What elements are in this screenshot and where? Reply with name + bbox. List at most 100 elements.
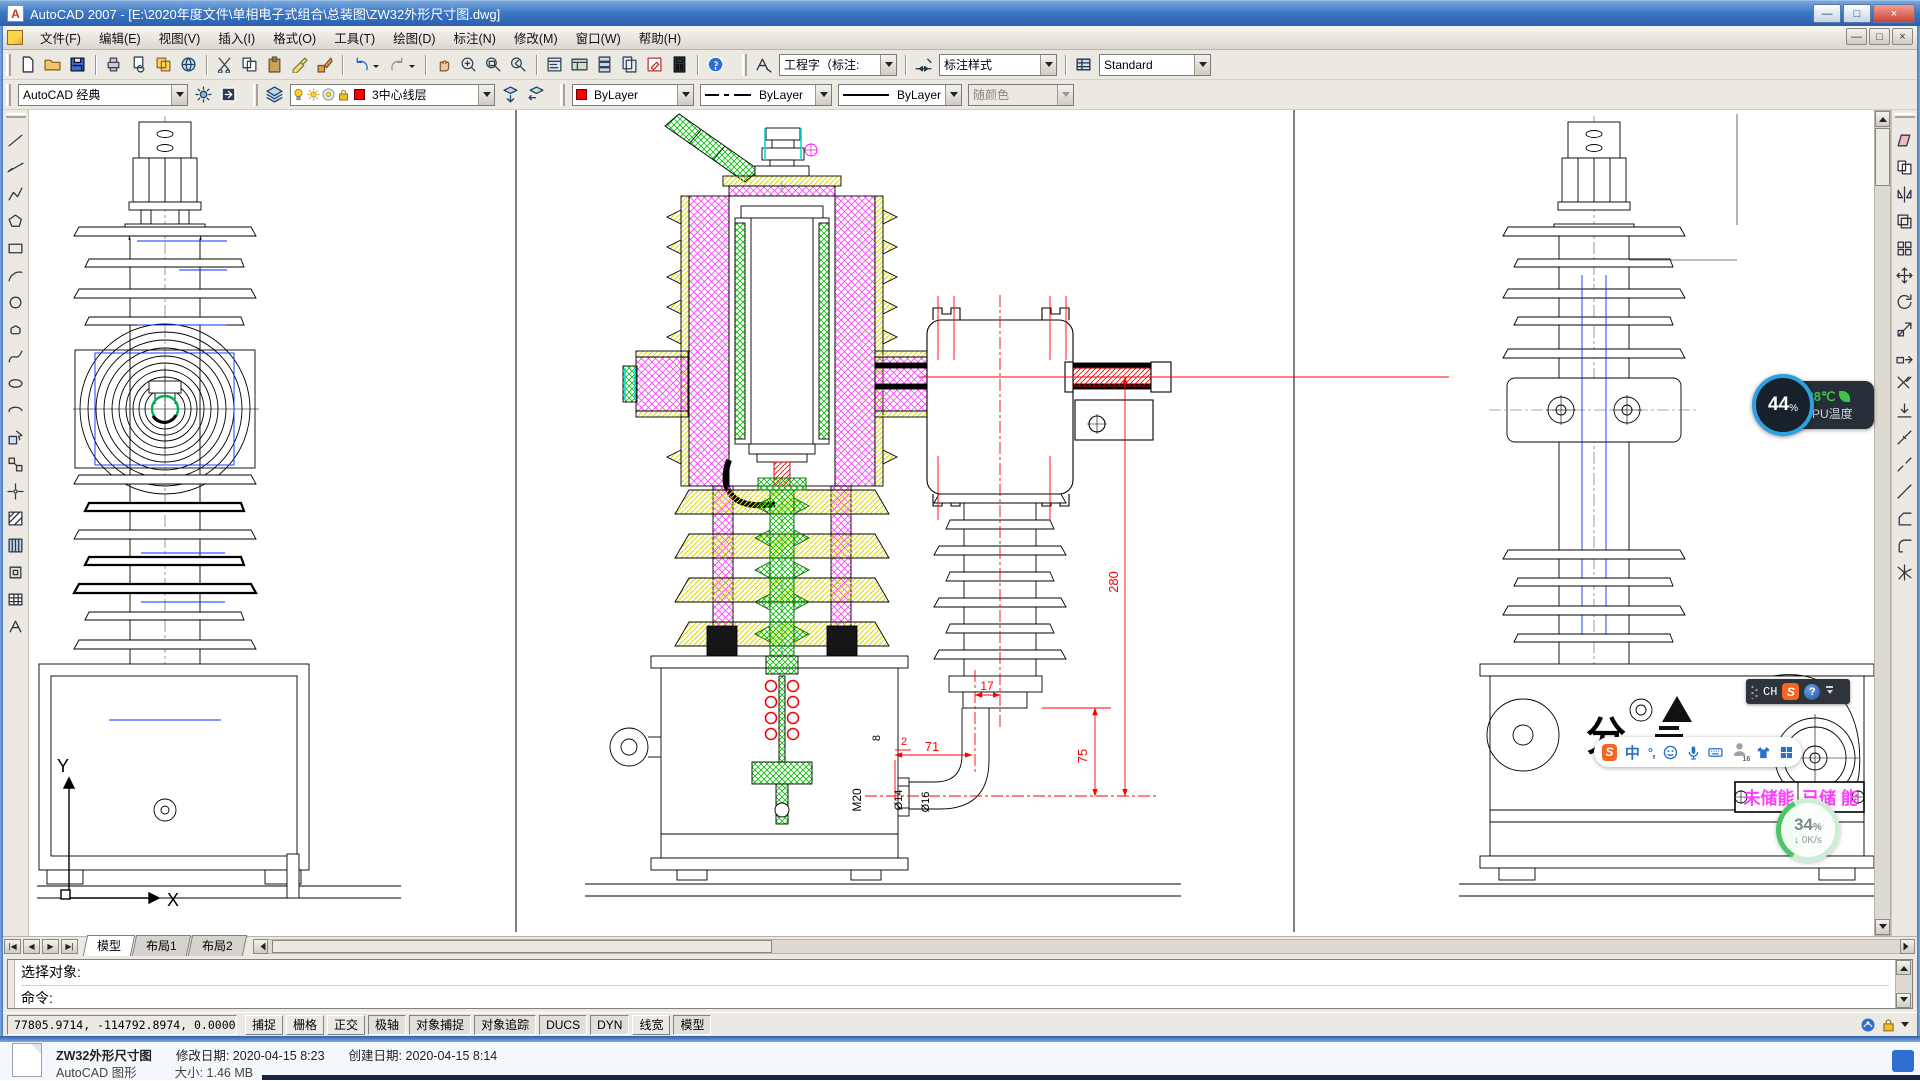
zoom-previous-button[interactable] — [506, 52, 531, 77]
cad-drawing[interactable]: Y X — [29, 110, 1874, 936]
maximize-button[interactable]: □ — [1843, 4, 1871, 23]
toolbar-grip[interactable] — [560, 84, 565, 106]
zoom-window-button[interactable] — [481, 52, 506, 77]
move-button[interactable] — [1892, 263, 1917, 288]
block-editor-button[interactable] — [312, 52, 337, 77]
rotate-button[interactable] — [1892, 290, 1917, 315]
zoom-realtime-button[interactable] — [456, 52, 481, 77]
dyn-toggle[interactable]: DYN — [590, 1015, 629, 1035]
workspace-settings-button[interactable] — [191, 82, 216, 107]
dropdown-arrow-icon[interactable] — [677, 85, 693, 105]
spline-button[interactable] — [3, 344, 28, 369]
insert-block-button[interactable] — [3, 425, 28, 450]
trim-button[interactable] — [1892, 371, 1917, 396]
tool-palettes-button[interactable] — [592, 52, 617, 77]
tab-model[interactable]: 模型 — [83, 935, 135, 956]
hatch-button[interactable] — [3, 506, 28, 531]
make-block-button[interactable] — [3, 452, 28, 477]
menu-format[interactable]: 格式(O) — [264, 26, 325, 49]
paste-button[interactable] — [262, 52, 287, 77]
snap-toggle[interactable]: 捕捉 — [245, 1015, 283, 1035]
polyline-button[interactable] — [3, 182, 28, 207]
sogou-ime-icon[interactable]: S — [1782, 683, 1799, 700]
otrack-toggle[interactable]: 对象追踪 — [474, 1015, 536, 1035]
explode-button[interactable] — [1892, 560, 1917, 585]
break-at-point-button[interactable] — [1892, 425, 1917, 450]
gradient-button[interactable] — [3, 533, 28, 558]
menu-edit[interactable]: 编辑(E) — [90, 26, 150, 49]
region-button[interactable] — [3, 560, 28, 585]
match-properties-button[interactable] — [287, 52, 312, 77]
cut-button[interactable] — [212, 52, 237, 77]
rectangle-button[interactable] — [3, 236, 28, 261]
vertical-scrollbar[interactable] — [1874, 110, 1891, 936]
copy-object-button[interactable] — [1892, 155, 1917, 180]
toolbar-grip[interactable] — [6, 54, 11, 76]
redo-button[interactable] — [384, 52, 420, 77]
login-account-icon[interactable]: 16 — [1731, 741, 1748, 763]
ime-help-icon[interactable]: ? — [1804, 684, 1820, 700]
ellipse-button[interactable] — [3, 371, 28, 396]
mdi-close-button[interactable]: × — [1892, 28, 1913, 45]
copy-button[interactable] — [237, 52, 262, 77]
menu-draw[interactable]: 绘图(D) — [384, 26, 444, 49]
table-style-button[interactable] — [1071, 52, 1096, 77]
ortho-toggle[interactable]: 正交 — [327, 1015, 365, 1035]
dim-style-button[interactable] — [911, 52, 936, 77]
circle-button[interactable] — [3, 290, 28, 315]
menu-dimension[interactable]: 标注(N) — [445, 26, 505, 49]
polygon-button[interactable] — [3, 209, 28, 234]
lineweight-combobox[interactable]: ByLayer — [838, 84, 962, 106]
table-button[interactable] — [3, 587, 28, 612]
quickcalc-button[interactable] — [667, 52, 692, 77]
menu-insert[interactable]: 插入(I) — [209, 26, 264, 49]
command-prompt-line[interactable]: 命令: — [21, 986, 1889, 1008]
color-combobox[interactable]: ByLayer — [572, 84, 694, 106]
open-button[interactable] — [40, 52, 65, 77]
statusbar-menu-icon[interactable] — [1901, 1022, 1909, 1031]
sheet-set-manager-button[interactable] — [617, 52, 642, 77]
polar-toggle[interactable]: 极轴 — [368, 1015, 406, 1035]
dropdown-arrow-icon[interactable] — [171, 85, 187, 105]
workspace-combobox[interactable]: AutoCAD 经典 — [18, 84, 188, 106]
toolbar-grip[interactable] — [6, 113, 26, 118]
point-button[interactable] — [3, 479, 28, 504]
tab-prev-button[interactable]: ◀ — [23, 939, 40, 954]
plot-preview-button[interactable] — [126, 52, 151, 77]
toolbar-lock-icon[interactable] — [1881, 1017, 1896, 1032]
download-speed-widget[interactable]: 34% ↓ 0K/s — [1776, 798, 1840, 862]
stretch-button[interactable] — [1892, 344, 1917, 369]
offset-button[interactable] — [1892, 209, 1917, 234]
command-window-grip[interactable] — [8, 960, 15, 1008]
layer-combobox[interactable]: 3中心线层 — [290, 84, 495, 106]
sogou-toolbar[interactable]: S 中 °, 16 — [1594, 737, 1802, 767]
command-history-line[interactable]: 选择对象: — [21, 962, 1889, 986]
array-button[interactable] — [1892, 236, 1917, 261]
coordinates-readout[interactable]: 77805.9714, -114792.8974, 0.0000 — [7, 1015, 237, 1035]
dim-style-combobox[interactable]: 标注样式 — [939, 54, 1057, 76]
dropdown-arrow-icon[interactable] — [815, 85, 831, 105]
soft-keyboard-icon[interactable] — [1708, 744, 1723, 761]
language-bar[interactable]: CH S ? — [1746, 679, 1850, 704]
model-toggle[interactable]: 模型 — [673, 1015, 711, 1035]
scroll-up-icon[interactable] — [1875, 111, 1890, 127]
revision-cloud-button[interactable] — [3, 317, 28, 342]
punctuation-icon[interactable]: °, — [1648, 745, 1655, 760]
properties-button[interactable] — [542, 52, 567, 77]
multiline-text-button[interactable] — [3, 614, 28, 639]
scroll-down-icon[interactable] — [1896, 993, 1911, 1008]
cpu-monitor-widget[interactable]: 28℃ CPU温度 44% — [1752, 374, 1874, 436]
extend-button[interactable] — [1892, 398, 1917, 423]
join-button[interactable] — [1892, 479, 1917, 504]
construction-line-button[interactable] — [3, 155, 28, 180]
dwf-globe-button[interactable] — [176, 52, 201, 77]
toolbar-grip[interactable] — [253, 84, 258, 106]
menu-view[interactable]: 视图(V) — [150, 26, 210, 49]
break-button[interactable] — [1892, 452, 1917, 477]
toolbar-grip[interactable] — [6, 84, 11, 106]
linetype-combobox[interactable]: ByLayer — [700, 84, 832, 106]
command-scrollbar[interactable] — [1895, 960, 1912, 1008]
pan-button[interactable] — [431, 52, 456, 77]
toolbar-grip[interactable] — [742, 54, 747, 76]
scroll-up-icon[interactable] — [1896, 960, 1911, 975]
